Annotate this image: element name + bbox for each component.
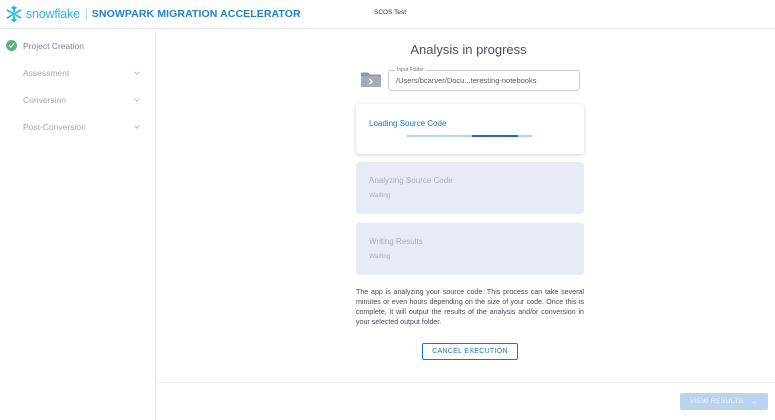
progress-bar-fill [472, 135, 519, 137]
check-circle-icon [6, 40, 17, 51]
sidebar-item-label: Post-Conversion [23, 121, 86, 132]
step-title: Writing Results [369, 237, 423, 246]
sidebar: Project Creation Assessment Conversion P… [0, 30, 156, 420]
brand-name: snowflake [26, 7, 80, 21]
sidebar-item-label: Conversion [23, 94, 66, 105]
step-status: Waiting [369, 192, 391, 199]
main-content: Analysis in progress Input Folder /Users… [157, 30, 775, 382]
step-title: Analyzing Source Code [369, 176, 453, 185]
sidebar-item-label: Project Creation [23, 40, 84, 51]
footer-bar: VIEW RESULTS → [157, 382, 775, 420]
progress-bar [407, 135, 532, 137]
app-header: snowflake SNOWPARK MIGRATION ACCELERATOR… [0, 0, 775, 29]
snowflake-logo: snowflake SNOWPARK MIGRATION ACCELERATOR [5, 5, 301, 23]
view-results-label: VIEW RESULTS [689, 398, 744, 405]
cancel-execution-button[interactable]: CANCEL EXECUTION [422, 343, 518, 360]
input-folder-field[interactable]: Input Folder /Users/bcarver/Docu...teres… [388, 67, 580, 91]
chevron-down-icon [134, 124, 140, 129]
input-folder-label: Input Folder [395, 67, 426, 74]
project-name: SCOS Test [374, 9, 407, 16]
chevron-down-icon [134, 70, 140, 75]
input-folder-value: /Users/bcarver/Docu...teresting-notebook… [396, 76, 537, 85]
sidebar-item-assessment[interactable]: Assessment [0, 59, 156, 86]
view-results-button[interactable]: VIEW RESULTS → [680, 393, 768, 410]
step-card-analyzing-source-code: Analyzing Source Code Waiting [356, 162, 584, 214]
app-title: SNOWPARK MIGRATION ACCELERATOR [91, 8, 301, 20]
arrow-right-icon: → [749, 397, 759, 406]
snowflake-icon [6, 5, 22, 23]
page-title: Analysis in progress [410, 42, 527, 57]
analysis-description: The app is analyzing your source code. T… [356, 288, 584, 326]
step-status: Waiting [369, 253, 391, 260]
header-divider [85, 8, 87, 20]
step-card-writing-results: Writing Results Waiting [356, 223, 584, 275]
step-card-loading-source-code: Loading Source Code [356, 104, 584, 154]
step-title: Loading Source Code [369, 119, 447, 128]
sidebar-item-project-creation[interactable]: Project Creation [0, 32, 156, 59]
chevron-down-icon [134, 97, 140, 102]
sidebar-item-conversion[interactable]: Conversion [0, 86, 156, 113]
folder-icon[interactable] [360, 71, 382, 88]
sidebar-item-post-conversion[interactable]: Post-Conversion [0, 113, 156, 140]
sidebar-item-label: Assessment [23, 67, 70, 78]
